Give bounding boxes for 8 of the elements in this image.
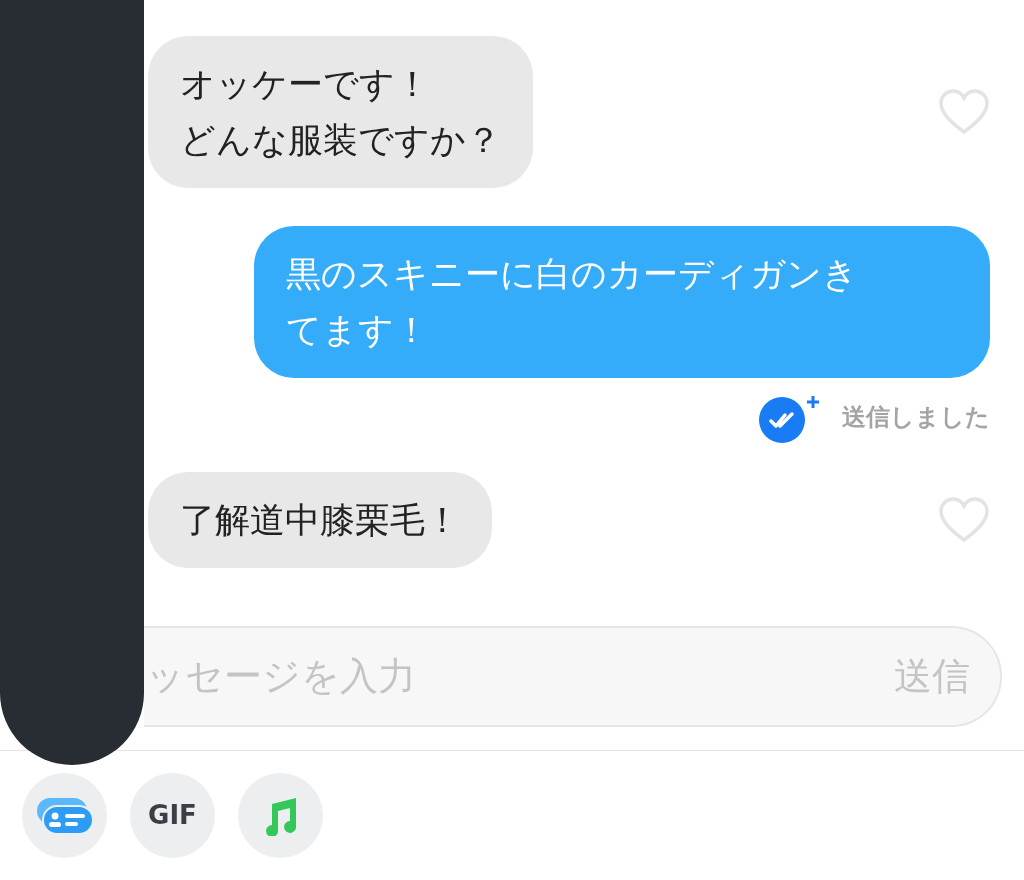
heart-icon[interactable] <box>938 89 990 135</box>
contact-card-icon <box>34 795 95 836</box>
received-message-bubble: オッケーです！ どんな服装ですか？ <box>148 36 533 188</box>
sent-message-bubble: 黒のスキニーに白のカーディガンき てます！ <box>254 226 990 378</box>
sent-status: 送信しました <box>842 402 990 433</box>
received-message-bubble: 了解道中膝栗毛！ <box>148 472 492 568</box>
heart-icon[interactable] <box>938 497 990 543</box>
gif-button[interactable]: GIF <box>130 773 215 858</box>
